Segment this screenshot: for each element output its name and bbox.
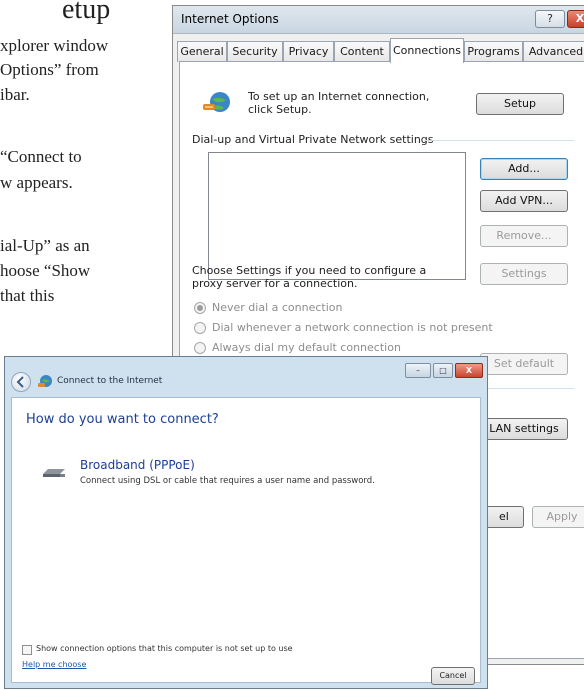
broadband-option-description: Connect using DSL or cable that requires…	[80, 476, 375, 486]
document-line: “Connect to	[0, 147, 82, 166]
broadband-option[interactable]: Broadband (PPPoE) Connect using DSL or c…	[36, 454, 380, 498]
setup-button[interactable]: Setup	[476, 93, 564, 115]
document-heading: etup	[62, 0, 111, 25]
lan-settings-button[interactable]: LAN settings	[480, 418, 568, 440]
tab-connections[interactable]: Connections	[390, 38, 464, 63]
connections-listbox[interactable]	[208, 152, 466, 280]
wizard-title: Connect to the Internet	[57, 376, 163, 386]
globe-network-icon	[38, 375, 52, 387]
maximize-button[interactable]: □	[433, 363, 453, 378]
wizard-heading: How do you want to connect?	[26, 412, 219, 427]
show-options-label: Show connection options that this comput…	[36, 644, 293, 653]
close-button[interactable]: X	[455, 363, 483, 378]
show-options-checkbox[interactable]	[22, 645, 32, 655]
tab-programs[interactable]: Programs	[464, 41, 523, 62]
always-dial-radio[interactable]	[194, 342, 206, 354]
document-line: ibar.	[0, 85, 30, 104]
document-line: that this	[0, 286, 55, 305]
wizard-titlebar[interactable]: – □ X Connect to the Internet	[5, 357, 487, 397]
tab-content[interactable]: Content	[334, 41, 390, 62]
help-button[interactable]: ?	[535, 10, 565, 28]
tab-advanced[interactable]: Advanced	[523, 41, 584, 62]
set-default-button[interactable]: Set default	[480, 353, 568, 375]
remove-button[interactable]: Remove...	[480, 225, 568, 247]
document-line: Options” from	[0, 60, 99, 79]
broadband-option-title: Broadband (PPPoE)	[80, 458, 195, 472]
connect-internet-wizard: – □ X Connect to the Internet How do you…	[4, 356, 488, 689]
document-line: ial-Up” as an	[0, 236, 90, 255]
internet-options-title: Internet Options	[181, 12, 279, 26]
help-me-choose-link[interactable]: Help me choose	[22, 660, 86, 669]
never-dial-label: Never dial a connection	[212, 301, 343, 314]
internet-options-titlebar[interactable]: Internet Options ? X	[173, 6, 584, 34]
minimize-button[interactable]: –	[405, 363, 431, 378]
modem-icon	[43, 469, 65, 477]
never-dial-radio[interactable]	[194, 302, 206, 314]
add-button[interactable]: Add...	[480, 158, 568, 180]
close-button[interactable]: X	[567, 10, 584, 28]
cancel-button[interactable]: Cancel	[431, 667, 475, 685]
add-vpn-button[interactable]: Add VPN...	[480, 190, 568, 212]
tab-privacy[interactable]: Privacy	[283, 41, 334, 62]
section-divider	[424, 140, 574, 141]
tab-security[interactable]: Security	[227, 41, 283, 62]
wizard-body: How do you want to connect? Broadband (P…	[11, 397, 481, 683]
apply-button[interactable]: Apply	[532, 506, 584, 528]
settings-button[interactable]: Settings	[480, 263, 568, 285]
proxy-instructions: Choose Settings if you need to configure…	[192, 264, 427, 290]
globe-network-icon	[203, 92, 230, 112]
vpn-section-label: Dial-up and Virtual Private Network sett…	[192, 133, 434, 146]
document-line: hoose “Show	[0, 261, 91, 280]
always-dial-label: Always dial my default connection	[212, 341, 401, 354]
tab-strip: General Security Privacy Content Connect…	[173, 38, 584, 63]
tab-general[interactable]: General	[177, 41, 227, 62]
setup-instructions: To set up an Internet connection, click …	[248, 90, 430, 116]
document-line: xplorer window	[0, 36, 109, 55]
back-arrow-icon[interactable]	[11, 372, 31, 392]
dial-when-no-network-radio[interactable]	[194, 322, 206, 334]
document-line: w appears.	[0, 173, 73, 192]
dial-when-no-network-label: Dial whenever a network connection is no…	[212, 321, 493, 334]
